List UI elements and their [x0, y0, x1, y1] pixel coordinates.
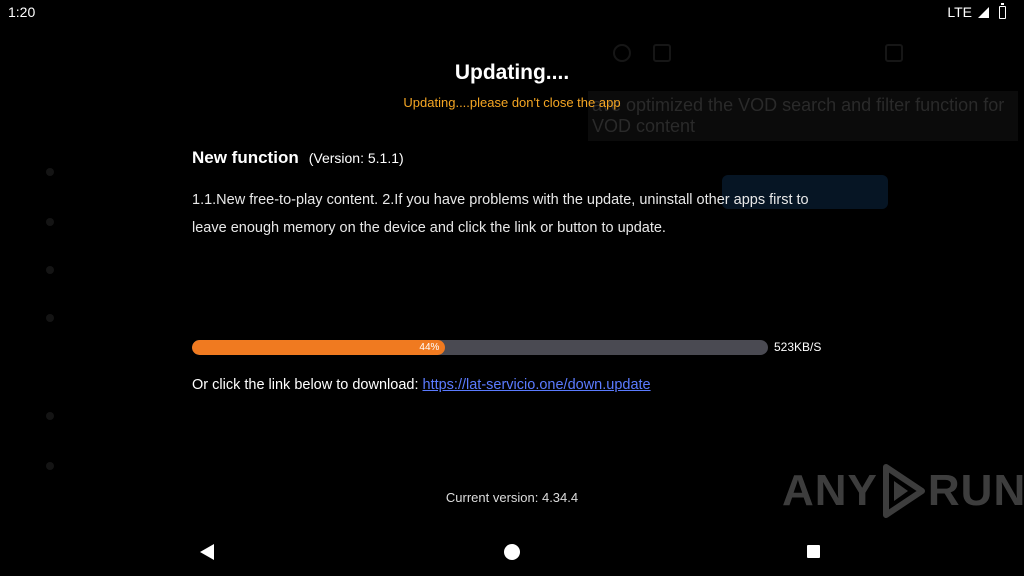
dialog-title: Updating....: [454, 61, 570, 84]
ghost-search-icon: [613, 44, 631, 62]
battery-icon: [999, 2, 1006, 19]
ghost-dot: [46, 168, 54, 176]
function-header: New function (Version: 5.1.1): [192, 148, 404, 168]
dialog-subtitle: Updating....please don't close the app: [403, 95, 621, 110]
home-icon[interactable]: [504, 544, 520, 560]
navigation-bar: [0, 530, 1024, 576]
ghost-filter-icon: [653, 44, 671, 62]
progress-bar: 44%: [192, 340, 768, 355]
back-icon[interactable]: [200, 544, 214, 560]
recent-apps-icon[interactable]: [807, 545, 820, 558]
network-label: LTE: [947, 4, 972, 20]
watermark-right: RUN: [927, 466, 1024, 515]
download-speed: 523KB/S: [774, 340, 822, 354]
update-description: 1.1.New free-to-play content. 2.If you h…: [192, 192, 809, 236]
status-bar: 1:20 LTE: [0, 0, 1024, 24]
ghost-dot: [46, 314, 54, 322]
function-title: New function: [192, 148, 299, 167]
ghost-settings-icon: [885, 44, 903, 62]
status-time: 1:20: [8, 4, 36, 20]
ghost-dot: [46, 412, 54, 420]
ghost-dot: [46, 266, 54, 274]
ghost-dot: [46, 462, 54, 470]
play-logo-icon: [882, 464, 925, 518]
link-prefix: Or click the link below to download:: [192, 377, 423, 393]
status-icons: LTE: [947, 2, 1006, 20]
ghost-dot: [46, 218, 54, 226]
function-version: (Version: 5.1.1): [308, 150, 404, 166]
watermark-left: ANY: [782, 466, 878, 515]
anyrun-watermark: ANY RUN: [782, 463, 1024, 519]
download-link-row: Or click the link below to download: htt…: [192, 377, 651, 393]
progress-percent: 44%: [419, 342, 440, 353]
signal-icon: [978, 6, 989, 18]
download-link[interactable]: https://lat-servicio.one/down.update: [423, 377, 651, 393]
